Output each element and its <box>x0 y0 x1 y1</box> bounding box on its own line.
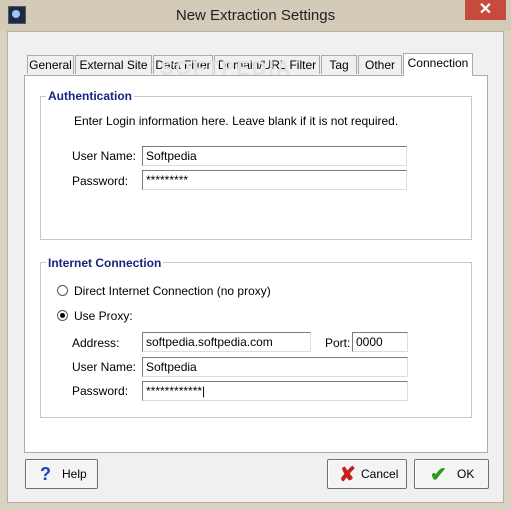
tab-external-site[interactable]: External Site * <box>75 55 152 90</box>
direct-connection-label[interactable]: Direct Internet Connection (no proxy) <box>74 284 271 298</box>
proxy-password-input[interactable]: ************| <box>142 381 408 401</box>
cancel-button[interactable]: ✘ Cancel <box>327 459 407 489</box>
proxy-password-label: Password: <box>72 384 129 398</box>
auth-username-input[interactable]: Softpedia <box>142 146 407 166</box>
proxy-username-input[interactable]: Softpedia <box>142 357 408 377</box>
auth-password-input[interactable]: ********* <box>142 170 407 190</box>
ok-button-label: OK <box>457 467 475 481</box>
authentication-legend: Authentication <box>46 89 134 103</box>
direct-connection-radio[interactable] <box>57 285 68 296</box>
help-button-label: Help <box>62 467 87 481</box>
proxy-username-label: User Name: <box>72 360 137 374</box>
help-question-icon: ? <box>40 464 51 484</box>
tab-connection[interactable]: Connection <box>403 53 473 76</box>
tab-general[interactable]: General <box>27 55 74 74</box>
authentication-info-text: Enter Login information here. Leave blan… <box>74 114 399 128</box>
proxy-port-input[interactable]: 0000 <box>352 332 408 352</box>
tab-other[interactable]: Other <box>358 55 402 74</box>
use-proxy-radio[interactable] <box>57 310 68 321</box>
auth-password-label: Password: <box>72 174 129 188</box>
use-proxy-label[interactable]: Use Proxy: <box>74 309 133 323</box>
window-title: New Extraction Settings <box>175 7 336 24</box>
proxy-address-input[interactable]: softpedia.softpedia.com <box>142 332 311 352</box>
cancel-button-label: Cancel <box>361 467 399 481</box>
ok-button[interactable]: ✔ OK <box>414 459 489 489</box>
proxy-port-label: Port: <box>325 336 351 350</box>
ok-checkmark-icon: ✔ <box>430 464 447 486</box>
watermark: SOFTPEDIA <box>160 58 293 80</box>
auth-username-label: User Name: <box>72 149 137 163</box>
cancel-x-icon: ✘ <box>339 464 356 486</box>
internet-connection-legend: Internet Connection <box>46 256 164 270</box>
close-button[interactable]: ✕ <box>465 0 506 20</box>
help-button[interactable]: ? Help <box>25 459 98 489</box>
proxy-address-label: Address: <box>72 336 120 350</box>
tab-tag[interactable]: Tag <box>321 55 357 74</box>
